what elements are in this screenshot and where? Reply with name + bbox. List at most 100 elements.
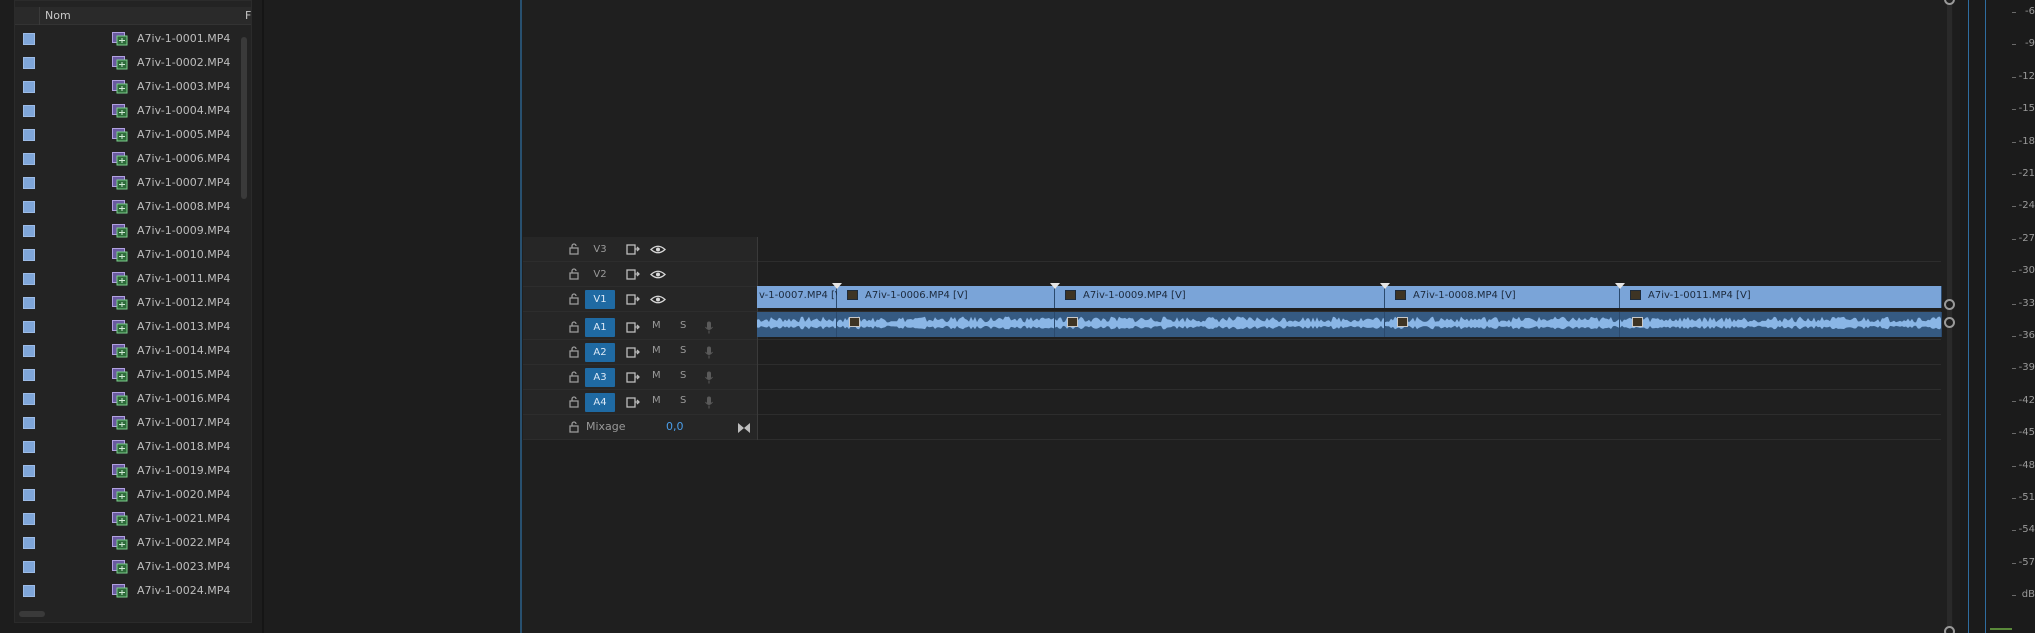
project-clip-row[interactable]: A7iv-1-0009.MP4 xyxy=(15,219,241,243)
project-clip-row[interactable]: A7iv-1-0008.MP4 xyxy=(15,195,241,219)
track-label-a2[interactable]: A2 xyxy=(585,343,615,362)
label-color-swatch[interactable] xyxy=(23,321,35,333)
track-label-a3[interactable]: A3 xyxy=(585,368,615,387)
track-label-v3[interactable]: V3 xyxy=(585,240,615,259)
project-clip-row[interactable]: A7iv-1-0016.MP4 xyxy=(15,387,241,411)
audio-clip[interactable] xyxy=(837,312,1055,337)
sync-lock-icon[interactable] xyxy=(626,294,640,305)
label-color-swatch[interactable] xyxy=(23,225,35,237)
lock-icon[interactable] xyxy=(569,268,579,280)
eye-icon[interactable] xyxy=(650,269,666,280)
project-clip-row[interactable]: A7iv-1-0023.MP4 xyxy=(15,555,241,579)
sync-lock-icon[interactable] xyxy=(626,322,640,333)
label-color-swatch[interactable] xyxy=(23,273,35,285)
go-to-edit-point-icon[interactable] xyxy=(738,423,750,433)
column-header-frame-rate[interactable]: F xyxy=(245,9,251,22)
project-clip-row[interactable]: A7iv-1-0006.MP4 xyxy=(15,147,241,171)
label-color-swatch[interactable] xyxy=(23,489,35,501)
solo-button[interactable]: S xyxy=(680,370,686,381)
scroll-handle-bottom[interactable] xyxy=(1944,626,1955,633)
audio-clip[interactable] xyxy=(1055,312,1385,337)
project-clip-row[interactable]: A7iv-1-0004.MP4 xyxy=(15,99,241,123)
project-clip-row[interactable]: A7iv-1-0022.MP4 xyxy=(15,531,241,555)
label-color-swatch[interactable] xyxy=(23,513,35,525)
microphone-icon[interactable] xyxy=(705,396,713,409)
mute-button[interactable]: M xyxy=(652,320,661,331)
sync-lock-icon[interactable] xyxy=(626,347,640,358)
project-clip-row[interactable]: A7iv-1-0013.MP4 xyxy=(15,315,241,339)
lock-icon[interactable] xyxy=(569,321,579,333)
lock-icon[interactable] xyxy=(569,346,579,358)
label-color-swatch[interactable] xyxy=(23,537,35,549)
project-clip-row[interactable]: A7iv-1-0005.MP4 xyxy=(15,123,241,147)
lock-icon[interactable] xyxy=(569,371,579,383)
audio-clip[interactable] xyxy=(757,312,837,337)
label-color-swatch[interactable] xyxy=(23,249,35,261)
lock-icon[interactable] xyxy=(569,396,579,408)
project-clip-row[interactable]: A7iv-1-0002.MP4 xyxy=(15,51,241,75)
track-label-a4[interactable]: A4 xyxy=(585,393,615,412)
track-height-handle[interactable] xyxy=(1944,299,1955,310)
project-clip-row[interactable]: A7iv-1-0020.MP4 xyxy=(15,483,241,507)
label-color-swatch[interactable] xyxy=(23,81,35,93)
column-header-name[interactable]: Nom xyxy=(45,9,71,22)
label-color-swatch[interactable] xyxy=(23,33,35,45)
label-color-swatch[interactable] xyxy=(23,105,35,117)
project-clip-row[interactable]: A7iv-1-0012.MP4 xyxy=(15,291,241,315)
solo-button[interactable]: S xyxy=(680,345,686,356)
label-color-swatch[interactable] xyxy=(23,393,35,405)
label-color-swatch[interactable] xyxy=(23,561,35,573)
project-clip-row[interactable]: A7iv-1-0001.MP4 xyxy=(15,27,241,51)
project-clip-row[interactable]: A7iv-1-0021.MP4 xyxy=(15,507,241,531)
project-clip-row[interactable]: A7iv-1-0019.MP4 xyxy=(15,459,241,483)
lock-icon[interactable] xyxy=(569,421,579,433)
label-color-swatch[interactable] xyxy=(23,585,35,597)
project-clip-row[interactable]: A7iv-1-0017.MP4 xyxy=(15,411,241,435)
label-color-swatch[interactable] xyxy=(23,369,35,381)
label-color-swatch[interactable] xyxy=(23,201,35,213)
microphone-icon[interactable] xyxy=(705,321,713,334)
audio-clip[interactable] xyxy=(1385,312,1620,337)
mute-button[interactable]: M xyxy=(652,345,661,356)
label-color-swatch[interactable] xyxy=(23,417,35,429)
project-clip-row[interactable]: A7iv-1-0015.MP4 xyxy=(15,363,241,387)
track-label-a1[interactable]: A1 xyxy=(585,318,615,337)
mute-button[interactable]: M xyxy=(652,370,661,381)
panel-divider[interactable] xyxy=(262,0,264,633)
project-vertical-scrollbar[interactable] xyxy=(241,37,247,199)
track-lane-v3[interactable] xyxy=(758,237,1941,262)
solo-button[interactable]: S xyxy=(680,395,686,406)
track-lane-a4[interactable] xyxy=(758,390,1941,415)
microphone-icon[interactable] xyxy=(705,371,713,384)
track-lane-a2[interactable] xyxy=(758,340,1941,365)
track-lane-v2[interactable] xyxy=(758,262,1941,287)
sync-lock-icon[interactable] xyxy=(626,397,640,408)
solo-button[interactable]: S xyxy=(680,320,686,331)
video-clip[interactable]: A7iv-1-0008.MP4 [V] xyxy=(1385,286,1620,308)
project-clip-row[interactable]: A7iv-1-0007.MP4 xyxy=(15,171,241,195)
video-clip[interactable]: v-1-0007.MP4 [V] xyxy=(757,286,846,308)
video-clip[interactable]: A7iv-1-0011.MP4 [V] xyxy=(1620,286,1942,308)
eye-icon[interactable] xyxy=(650,244,666,255)
video-clip[interactable]: A7iv-1-0009.MP4 [V] xyxy=(1055,286,1385,308)
lock-icon[interactable] xyxy=(569,293,579,305)
audio-clip[interactable] xyxy=(1620,312,1942,337)
label-color-swatch[interactable] xyxy=(23,57,35,69)
project-clip-row[interactable]: A7iv-1-0003.MP4 xyxy=(15,75,241,99)
microphone-icon[interactable] xyxy=(705,346,713,359)
sync-lock-icon[interactable] xyxy=(626,244,640,255)
project-clip-row[interactable]: A7iv-1-0011.MP4 xyxy=(15,267,241,291)
project-clip-row[interactable]: A7iv-1-0024.MP4 xyxy=(15,579,241,603)
lock-icon[interactable] xyxy=(569,243,579,255)
project-clip-row[interactable]: A7iv-1-0010.MP4 xyxy=(15,243,241,267)
track-label-v1[interactable]: V1 xyxy=(585,290,615,309)
track-height-handle[interactable] xyxy=(1944,317,1955,328)
track-lane-a3[interactable] xyxy=(758,365,1941,390)
video-clip[interactable]: A7iv-1-0006.MP4 [V] xyxy=(837,286,1055,308)
eye-icon[interactable] xyxy=(650,294,666,305)
sync-lock-icon[interactable] xyxy=(626,372,640,383)
track-label-v2[interactable]: V2 xyxy=(585,265,615,284)
label-color-swatch[interactable] xyxy=(23,129,35,141)
mute-button[interactable]: M xyxy=(652,395,661,406)
project-clip-row[interactable]: A7iv-1-0014.MP4 xyxy=(15,339,241,363)
